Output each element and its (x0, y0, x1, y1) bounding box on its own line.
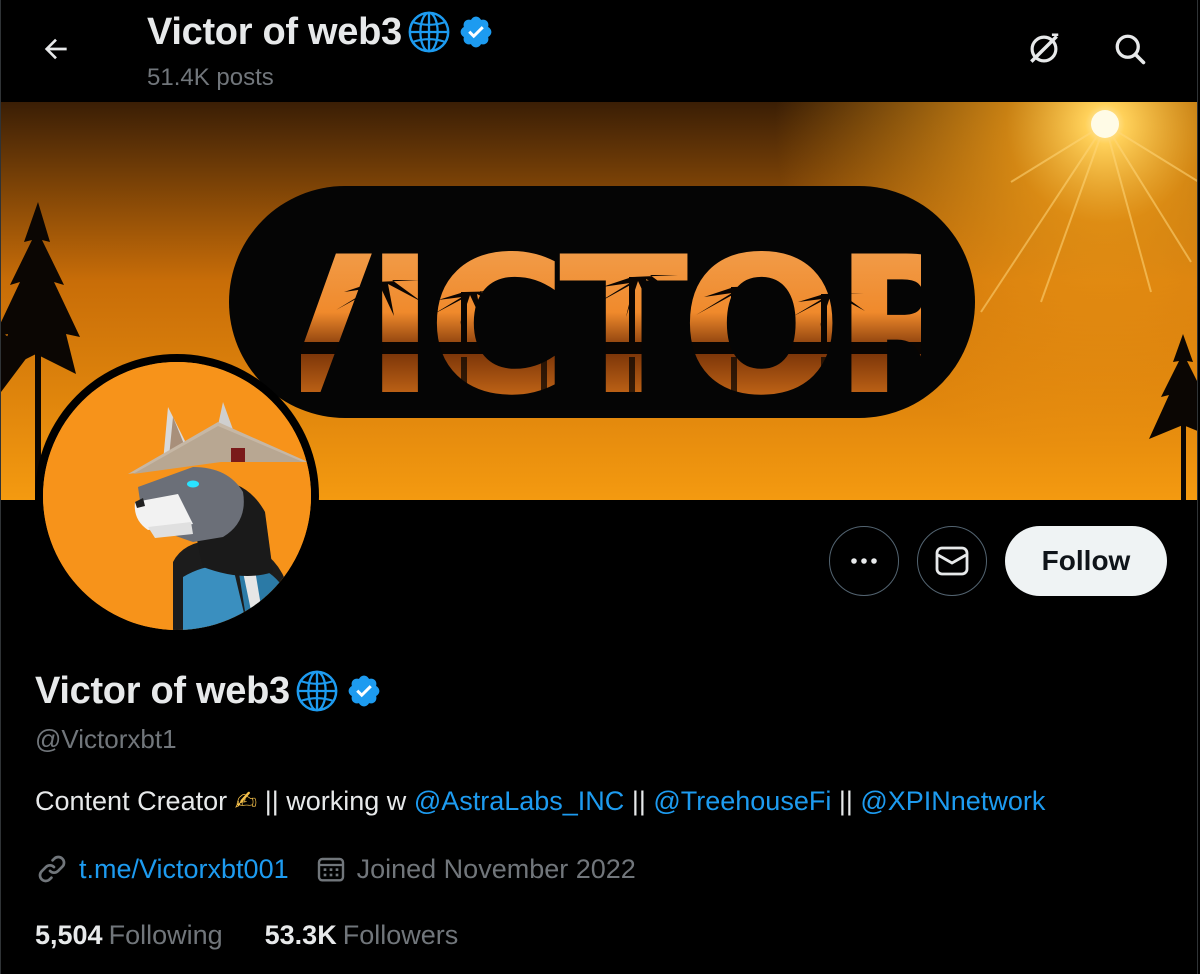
profile-joined-item: Joined November 2022 (315, 853, 636, 885)
following-link[interactable]: 5,504 Following (35, 920, 223, 951)
globe-icon (408, 11, 450, 53)
profile-meta: t.me/Victorxbt001 Joined November 2022 (35, 852, 636, 886)
following-count: 5,504 (35, 920, 103, 950)
verified-badge-icon[interactable] (458, 14, 494, 50)
profile-bio: Content Creator ✍ || working w @AstraLab… (35, 786, 1045, 817)
joined-date: Joined November 2022 (356, 853, 636, 884)
verified-badge-icon[interactable] (346, 673, 382, 709)
profile-website-link[interactable]: t.me/Victorxbt001 (79, 854, 289, 885)
search-icon (1115, 34, 1146, 65)
profile-page: Victor of web3 51.4K posts Follow Victor… (0, 0, 1198, 974)
bio-text: Content Creator (35, 786, 235, 816)
top-bar: Victor of web3 51.4K posts (1, 0, 1197, 102)
profile-handle: @Victorxbt1 (35, 724, 177, 754)
search-button[interactable] (1101, 20, 1159, 78)
followers-label: Followers (342, 920, 459, 950)
avatar-image (43, 362, 311, 630)
more-icon (851, 558, 877, 564)
header-name-row: Victor of web3 (147, 8, 494, 56)
grok-button[interactable] (1015, 20, 1073, 78)
globe-icon (296, 670, 338, 712)
message-button[interactable] (917, 526, 987, 596)
profile-link-item: t.me/Victorxbt001 (35, 852, 289, 886)
mention-astralabs[interactable]: @AstraLabs_INC (414, 786, 625, 816)
header-name: Victor of web3 (147, 10, 402, 53)
mention-xpinnetwork[interactable]: @XPINnetwork (860, 786, 1045, 816)
follow-button[interactable]: Follow (1005, 526, 1167, 596)
header-title: Victor of web3 51.4K posts (147, 8, 494, 92)
followers-count: 53.3K (264, 920, 337, 950)
profile-stats: 5,504 Following 53.3K Followers (35, 920, 458, 951)
calendar-icon (317, 857, 344, 882)
post-count: 51.4K posts (147, 64, 274, 91)
more-options-button[interactable] (829, 526, 899, 596)
message-icon (935, 546, 969, 576)
bio-separator: || (624, 786, 654, 816)
writing-hand-emoji: ✍ (234, 786, 258, 816)
profile-display-name: Victor of web3 (35, 669, 290, 712)
wolf-avatar-illustration (43, 362, 311, 630)
back-arrow-icon (44, 38, 67, 60)
bio-text-middle: || working w (257, 786, 414, 816)
followers-link[interactable]: 53.3K Followers (265, 920, 459, 951)
grok-icon (1030, 33, 1059, 63)
profile-avatar[interactable] (35, 354, 319, 638)
back-button[interactable] (27, 20, 85, 78)
profile-name-row: Victor of web3 (35, 668, 382, 714)
link-icon (38, 855, 66, 883)
bio-separator: || (831, 786, 861, 816)
following-label: Following (108, 920, 223, 950)
mention-treehousefi[interactable]: @TreehouseFi (653, 786, 831, 816)
